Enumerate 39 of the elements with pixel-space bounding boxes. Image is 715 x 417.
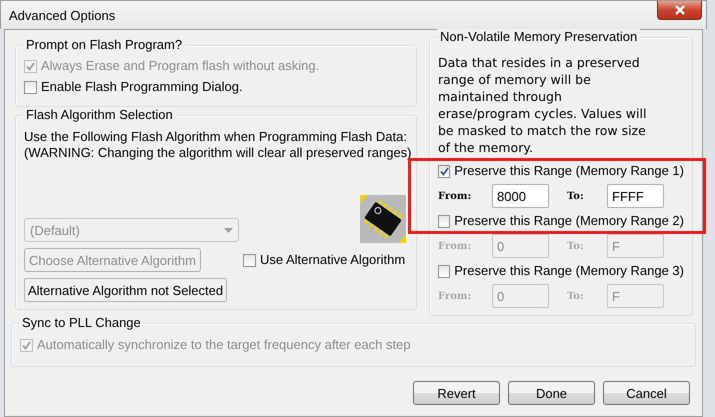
group-title: Flash Algorithm Selection (23, 107, 176, 123)
from-label: From: (438, 290, 472, 302)
to-label: To: (567, 190, 585, 202)
group-title: Sync to PLL Change (19, 315, 144, 331)
from-field[interactable]: 8000 (492, 184, 549, 208)
from-label: From: (438, 240, 472, 252)
dialog-button[interactable]: Done (508, 381, 595, 405)
checkbox-label: Preserve this Range (Memory Range 3) (454, 262, 684, 280)
group-title: Non-Volatile Memory Preservation (437, 29, 640, 45)
to-field[interactable]: FFFF (607, 184, 664, 208)
to-label: To: (567, 240, 585, 252)
instruction-text: Use the Following Flash Algorithm when Programming Flash Data: (24, 129, 408, 145)
from-label: From: (438, 190, 472, 202)
dialog-button[interactable]: Revert (413, 381, 500, 405)
close-button[interactable] (657, 1, 702, 20)
caret-icon (224, 228, 233, 232)
checkbox[interactable] (438, 214, 450, 228)
close-icon (674, 5, 686, 15)
checkbox-label: Preserve this Range (Memory Range 1) (454, 162, 684, 180)
from-field[interactable]: 0 (492, 234, 549, 258)
window-title: Advanced Options (9, 8, 116, 22)
description-text: Data that resides in a preserved range of memory will be maintained through erase/program cycles. Values will be masked to match the row size of the memory. (438, 54, 648, 156)
checkbox-label: Automatically synchronize to the target frequency after each step (37, 336, 411, 354)
algorithm-status-field: Alternative Algorithm not Selected (24, 278, 228, 302)
checkbox-label: Preserve this Range (Memory Range 2) (454, 212, 684, 230)
checkbox-label: Use Alternative Algorithm (260, 251, 406, 269)
to-field[interactable]: F (607, 284, 664, 308)
dialog-button[interactable]: Cancel (603, 381, 690, 405)
to-label: To: (567, 290, 585, 302)
checkbox[interactable] (438, 264, 450, 278)
checkbox-label: Enable Flash Programming Dialog. (41, 78, 243, 96)
from-field[interactable]: 0 (492, 284, 549, 308)
checkbox[interactable] (438, 164, 450, 178)
to-field[interactable]: F (607, 234, 664, 258)
checkbox[interactable] (24, 80, 37, 94)
group-title: Prompt on Flash Program? (23, 37, 186, 53)
checkbox[interactable] (242, 254, 256, 266)
chip-icon (360, 195, 406, 243)
checkbox-label: Always Erase and Program flash without asking. (41, 57, 320, 75)
